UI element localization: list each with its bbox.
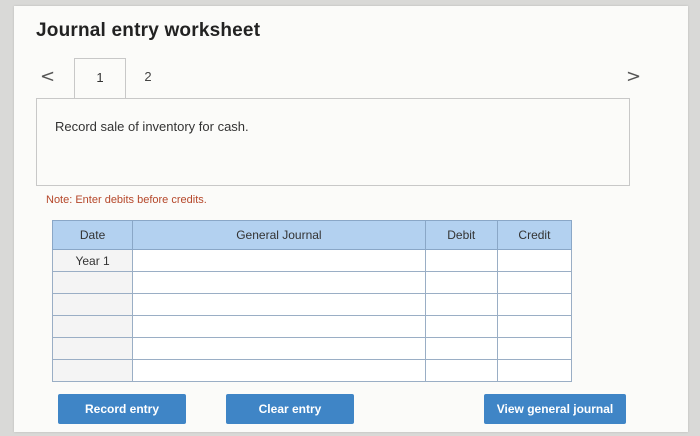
table-row: [51, 293, 573, 316]
table-header-row: Date General Journal Debit Credit: [51, 220, 573, 250]
account-input[interactable]: [132, 315, 426, 338]
account-input[interactable]: [132, 293, 426, 316]
date-cell: [51, 271, 134, 294]
credit-input[interactable]: [496, 249, 573, 272]
credit-input[interactable]: [496, 293, 573, 316]
table-row: [51, 315, 573, 338]
debit-input[interactable]: [424, 337, 498, 360]
clear-entry-button[interactable]: Clear entry: [226, 394, 354, 424]
account-input[interactable]: [132, 337, 426, 360]
worksheet-panel: Journal entry worksheet < > 1 2 Record s…: [14, 6, 688, 432]
table-row: [51, 271, 573, 294]
column-header-debit: Debit: [424, 220, 498, 250]
date-cell: [51, 359, 134, 382]
date-cell: [51, 315, 134, 338]
column-header-credit: Credit: [496, 220, 573, 250]
debit-input[interactable]: [424, 315, 498, 338]
table-row: Year 1: [51, 249, 573, 272]
date-cell: [51, 293, 134, 316]
view-general-journal-button[interactable]: View general journal: [484, 394, 626, 424]
credit-input[interactable]: [496, 315, 573, 338]
debit-input[interactable]: [424, 293, 498, 316]
debit-input[interactable]: [424, 359, 498, 382]
debit-input[interactable]: [424, 271, 498, 294]
credit-input[interactable]: [496, 359, 573, 382]
table-row: [51, 359, 573, 382]
chevron-left-icon[interactable]: <: [40, 66, 55, 87]
account-input[interactable]: [132, 359, 426, 382]
tab-1[interactable]: 1: [74, 58, 126, 101]
page-title: Journal entry worksheet: [36, 20, 261, 41]
account-input[interactable]: [132, 271, 426, 294]
description-text: Record sale of inventory for cash.: [55, 119, 249, 134]
tab-2[interactable]: 2: [126, 58, 170, 98]
debit-input[interactable]: [424, 249, 498, 272]
credit-input[interactable]: [496, 271, 573, 294]
date-cell: Year 1: [51, 249, 134, 272]
credit-input[interactable]: [496, 337, 573, 360]
record-entry-button[interactable]: Record entry: [58, 394, 186, 424]
description-box: Record sale of inventory for cash.: [36, 98, 630, 186]
column-header-date: Date: [51, 220, 134, 250]
table-row: [51, 337, 573, 360]
account-input[interactable]: [132, 249, 426, 272]
column-header-general-journal: General Journal: [132, 220, 426, 250]
note-text: Note: Enter debits before credits.: [46, 194, 207, 206]
chevron-right-icon[interactable]: >: [626, 66, 641, 87]
date-cell: [51, 337, 134, 360]
journal-table: Date General Journal Debit Credit Year 1: [51, 220, 573, 382]
